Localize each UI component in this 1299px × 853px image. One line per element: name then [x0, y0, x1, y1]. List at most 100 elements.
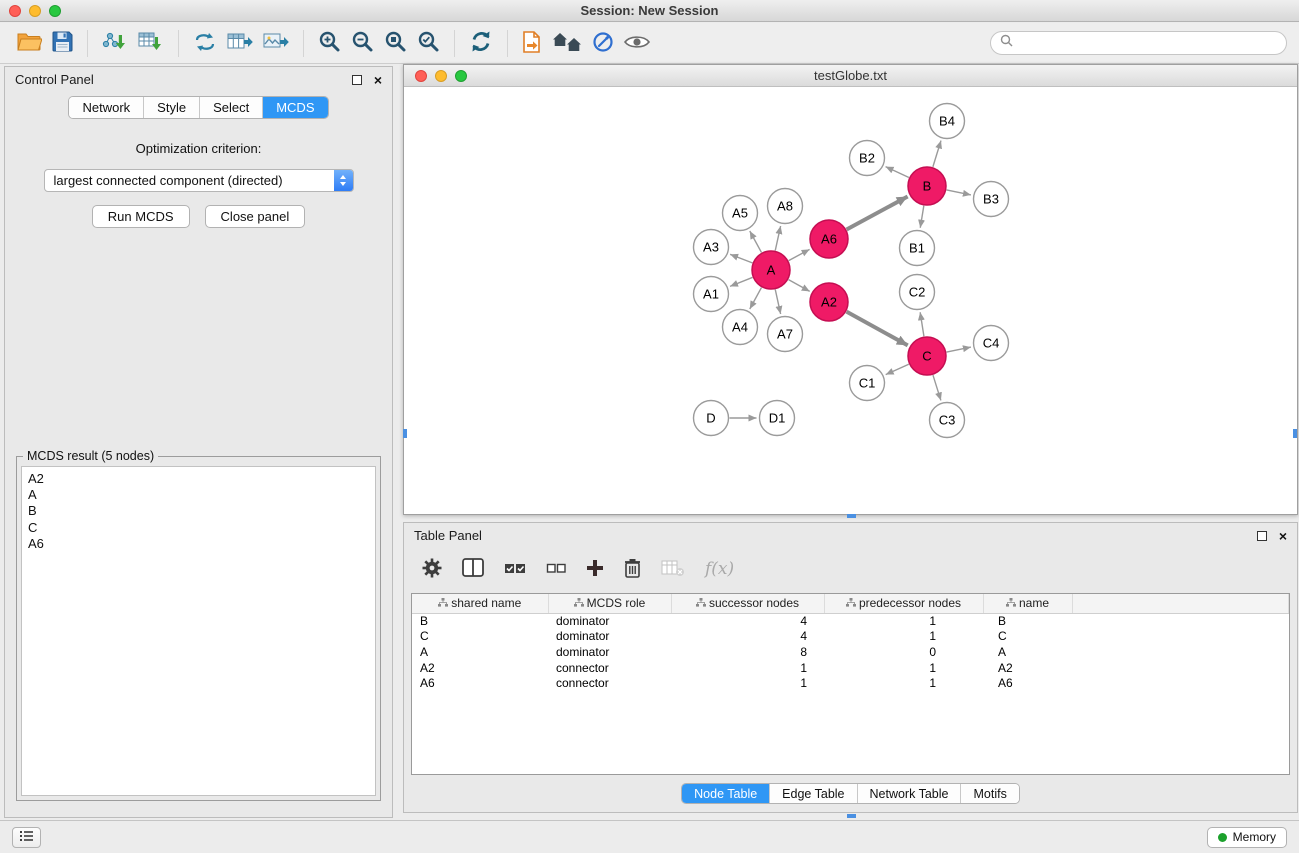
column-header-name[interactable]: name — [983, 594, 1072, 613]
import-file-button[interactable] — [517, 29, 547, 58]
table-cell[interactable]: dominator — [548, 629, 671, 645]
network-canvas[interactable]: B4B2BB3A5A8A6A3B1AA1C2A2A4A7CC4C1C3DD1 — [404, 88, 1297, 514]
graph-edge-C-C1[interactable] — [886, 364, 909, 374]
tab-edge-table[interactable]: Edge Table — [769, 784, 856, 803]
graph-edge-B-B3[interactable] — [947, 190, 971, 195]
graph-edge-A2-C[interactable] — [847, 312, 908, 346]
table-cell[interactable]: C — [983, 629, 1072, 645]
graph-edge-A-A2[interactable] — [789, 280, 810, 292]
tab-mcds[interactable]: MCDS — [262, 97, 327, 118]
panel-resize-handle[interactable] — [403, 429, 407, 438]
refresh-view-button[interactable] — [464, 28, 498, 58]
table-cell[interactable]: 8 — [671, 644, 824, 660]
column-header-shared-name[interactable]: shared name — [412, 594, 548, 613]
graph-edge-B-B4[interactable] — [933, 141, 941, 167]
panel-resize-handle[interactable] — [847, 514, 856, 518]
table-cell[interactable]: dominator — [548, 613, 671, 629]
close-table-panel-icon[interactable]: × — [1279, 530, 1287, 542]
graph-edge-A6-B[interactable] — [847, 196, 908, 229]
tab-node-table[interactable]: Node Table — [682, 784, 769, 803]
tab-select[interactable]: Select — [199, 97, 262, 118]
column-header-predecessor-nodes[interactable]: predecessor nodes — [824, 594, 983, 613]
close-panel-icon[interactable]: × — [374, 74, 382, 86]
table-cell[interactable]: 1 — [824, 629, 983, 645]
save-session-button[interactable] — [47, 29, 78, 57]
close-panel-button[interactable]: Close panel — [205, 205, 306, 228]
import-network-from-file-button[interactable] — [97, 29, 133, 58]
graph-edge-A-A7[interactable] — [775, 290, 780, 314]
table-cell[interactable]: 1 — [671, 675, 824, 691]
mcds-result-item[interactable]: C — [28, 520, 369, 536]
network-from-selection-button[interactable] — [188, 29, 222, 58]
search-input[interactable] — [1018, 36, 1277, 51]
close-window-button[interactable] — [9, 5, 21, 17]
table-row[interactable]: Cdominator41C — [412, 629, 1289, 645]
mcds-result-item[interactable]: A — [28, 487, 369, 503]
table-cell[interactable]: C — [412, 629, 548, 645]
add-column-button[interactable] — [586, 559, 604, 580]
graph-edge-A-A3[interactable] — [730, 254, 752, 263]
table-cell[interactable]: 0 — [824, 644, 983, 660]
table-cell[interactable]: 1 — [671, 660, 824, 676]
zoom-out-button[interactable] — [346, 28, 379, 58]
table-cell[interactable]: 4 — [671, 613, 824, 629]
graph-edge-B-B2[interactable] — [886, 167, 909, 178]
table-cell[interactable]: A6 — [983, 675, 1072, 691]
table-row[interactable]: Adominator80A — [412, 644, 1289, 660]
table-cell[interactable]: A — [412, 644, 548, 660]
table-cell[interactable]: B — [983, 613, 1072, 629]
optimization-criterion-dropdown[interactable]: largest connected component (directed) — [44, 169, 354, 192]
float-table-panel-icon[interactable] — [1257, 531, 1267, 541]
tab-motifs[interactable]: Motifs — [960, 784, 1018, 803]
export-table-button[interactable] — [222, 29, 258, 58]
memory-button[interactable]: Memory — [1207, 827, 1287, 848]
task-history-button[interactable] — [12, 827, 41, 848]
function-builder-button[interactable]: f(x) — [705, 559, 734, 579]
graph-edge-A-A5[interactable] — [750, 231, 762, 252]
table-cell[interactable]: A — [983, 644, 1072, 660]
run-mcds-button[interactable]: Run MCDS — [92, 205, 190, 228]
graph-edge-C-C2[interactable] — [920, 312, 924, 336]
float-panel-icon[interactable] — [352, 75, 362, 85]
table-cell[interactable]: 4 — [671, 629, 824, 645]
show-hide-panels-button[interactable] — [547, 29, 587, 58]
table-row[interactable]: A6connector11A6 — [412, 675, 1289, 691]
column-header-mcds-role[interactable]: MCDS role — [548, 594, 671, 613]
zoom-network-button[interactable] — [455, 70, 467, 82]
zoom-selected-button[interactable] — [412, 28, 445, 58]
table-cell[interactable]: 1 — [824, 660, 983, 676]
zoom-in-button[interactable] — [313, 28, 346, 58]
tab-network[interactable]: Network — [69, 97, 143, 118]
mcds-result-item[interactable]: A2 — [28, 471, 369, 487]
table-row[interactable]: A2connector11A2 — [412, 660, 1289, 676]
export-image-button[interactable] — [258, 29, 294, 58]
table-cell[interactable]: connector — [548, 675, 671, 691]
mcds-result-item[interactable]: A6 — [28, 536, 369, 552]
mcds-result-item[interactable]: B — [28, 503, 369, 519]
table-cell[interactable]: A2 — [412, 660, 548, 676]
open-session-button[interactable] — [12, 29, 47, 57]
zoom-fit-button[interactable] — [379, 28, 412, 58]
annotation-mode-button[interactable] — [587, 29, 619, 58]
graph-edge-B-B1[interactable] — [920, 206, 924, 228]
graph-edge-C-C3[interactable] — [933, 375, 941, 400]
table-cell[interactable]: dominator — [548, 644, 671, 660]
minimize-window-button[interactable] — [29, 5, 41, 17]
table-cell[interactable]: B — [412, 613, 548, 629]
column-header-successor-nodes[interactable]: successor nodes — [671, 594, 824, 613]
delete-columns-button[interactable] — [624, 558, 641, 581]
close-network-button[interactable] — [415, 70, 427, 82]
delete-table-button[interactable] — [661, 559, 685, 580]
table-cell[interactable]: A2 — [983, 660, 1072, 676]
zoom-window-button[interactable] — [49, 5, 61, 17]
table-cell[interactable]: 1 — [824, 613, 983, 629]
show-graphics-details-button[interactable] — [619, 32, 655, 55]
tab-network-table[interactable]: Network Table — [857, 784, 961, 803]
panel-resize-handle[interactable] — [1293, 429, 1297, 438]
select-all-button[interactable] — [504, 560, 526, 579]
graph-edge-A-A4[interactable] — [750, 288, 762, 309]
graph-edge-A-A1[interactable] — [730, 277, 752, 286]
table-cell[interactable]: connector — [548, 660, 671, 676]
column-settings-button[interactable] — [422, 558, 442, 581]
panel-resize-handle[interactable] — [847, 814, 856, 818]
